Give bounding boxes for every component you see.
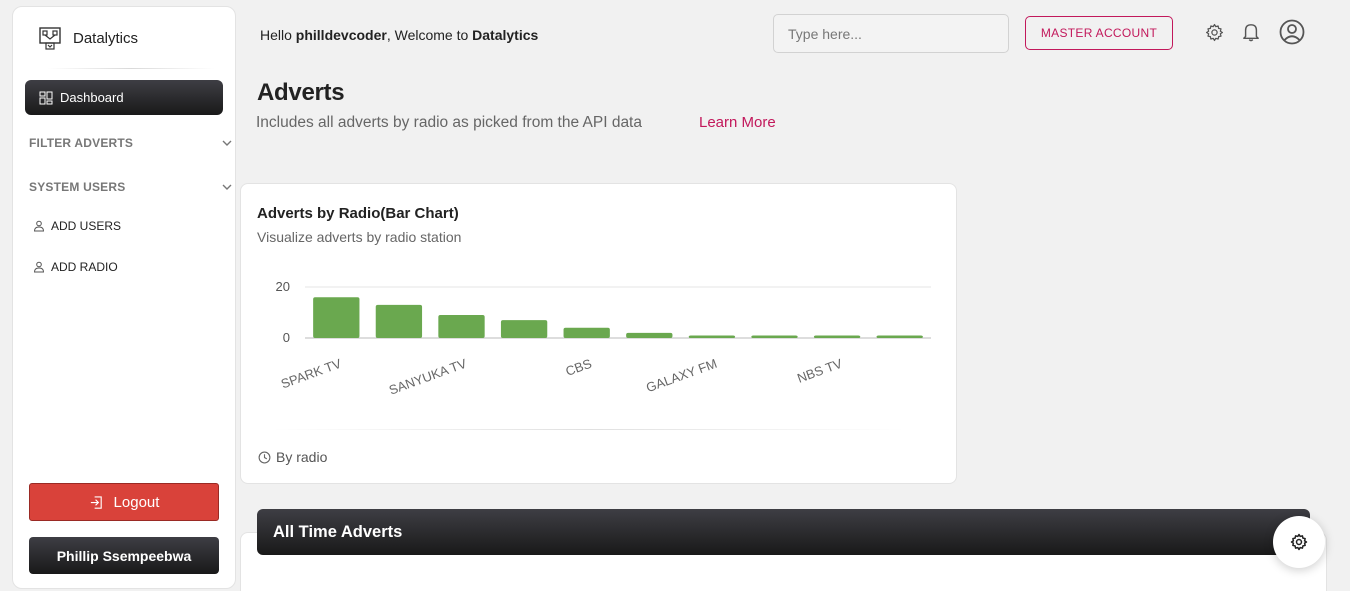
dashboard-icon [39,91,53,104]
gear-icon [1290,533,1308,551]
section-system-users[interactable]: SYSTEM USERS [29,180,233,194]
bar [438,315,485,338]
chart-card-subtitle: Visualize adverts by radio station [257,229,462,245]
x-tick-label: GALAXY FM [644,356,719,395]
master-account-button[interactable]: MASTER ACCOUNT [1025,16,1173,50]
greeting-app-name: Datalytics [472,27,539,43]
chart-card-title: Adverts by Radio(Bar Chart) [257,205,459,222]
sidebar-item-add-users[interactable]: ADD USERS [33,219,121,233]
sidebar-item-add-radio[interactable]: ADD RADIO [33,260,118,274]
bar [751,335,798,338]
section-filter-adverts[interactable]: FILTER ADVERTS [29,136,233,150]
greeting: Hello philldevcoder, Welcome to Datalyti… [260,27,538,43]
x-tick-label: SANYUKA TV [387,356,469,398]
sidebar-item-label: ADD RADIO [51,260,118,274]
sidebar: Datalytics Dashboard FILTER ADVERTS SYST… [12,6,236,589]
bar [313,297,360,338]
bar [375,304,423,338]
bar [813,335,861,338]
page-subtitle: Includes all adverts by radio as picked … [256,114,642,131]
learn-more-link[interactable]: Learn More [699,114,776,131]
account-circle-icon[interactable] [1279,19,1305,45]
brand-divider [47,68,215,69]
x-tick-label: NBS TV [795,356,844,386]
section-label: FILTER ADVERTS [29,136,134,150]
gear-icon[interactable] [1205,23,1224,42]
sidebar-item-dashboard[interactable]: Dashboard [25,80,223,115]
greeting-middle: , Welcome to [386,27,469,43]
bar [563,327,610,338]
bar [876,335,923,338]
user-profile-button[interactable]: Phillip Ssempeebwa [29,537,219,574]
bar [626,332,673,338]
search-input[interactable] [773,14,1009,53]
page-title: Adverts [257,79,345,106]
user-icon [33,261,45,273]
chevron-down-icon [222,140,232,146]
logout-button[interactable]: Logout [29,483,219,521]
greeting-username: philldevcoder [295,27,387,43]
all-time-adverts-title: All Time Adverts [273,522,403,541]
bar [688,335,736,338]
adverts-chart-card: Adverts by Radio(Bar Chart) Visualize ad… [240,183,957,484]
brand-logo-icon [39,27,61,50]
x-tick-label: CBS [563,356,594,379]
user-icon [33,220,45,232]
bar-chart: 0 20 SPARK TV SANYUKA TV CBS GALAXY FM NBS TV [276,279,931,398]
sidebar-item-label: Dashboard [60,90,124,105]
section-label: SYSTEM USERS [29,180,126,194]
sidebar-item-label: ADD USERS [51,219,122,233]
y-tick-label: 20 [276,279,290,294]
clock-icon [258,451,271,463]
chart-card-footer-label: By radio [276,449,328,465]
brand[interactable]: Datalytics [37,25,138,51]
brand-name: Datalytics [73,29,139,47]
greeting-prefix: Hello [260,27,292,43]
y-tick-label: 0 [283,330,290,345]
x-tick-label: SPARK TV [279,356,344,392]
chart-card-footer: By radio [258,449,327,465]
chevron-down-icon [222,184,232,190]
bell-icon[interactable] [1242,22,1260,42]
card-divider [271,429,906,430]
all-time-adverts-header: All Time Adverts [257,509,1310,555]
logout-label: Logout [113,493,160,511]
logout-icon [90,495,102,509]
settings-fab-button[interactable] [1273,516,1325,568]
bar [500,320,548,338]
